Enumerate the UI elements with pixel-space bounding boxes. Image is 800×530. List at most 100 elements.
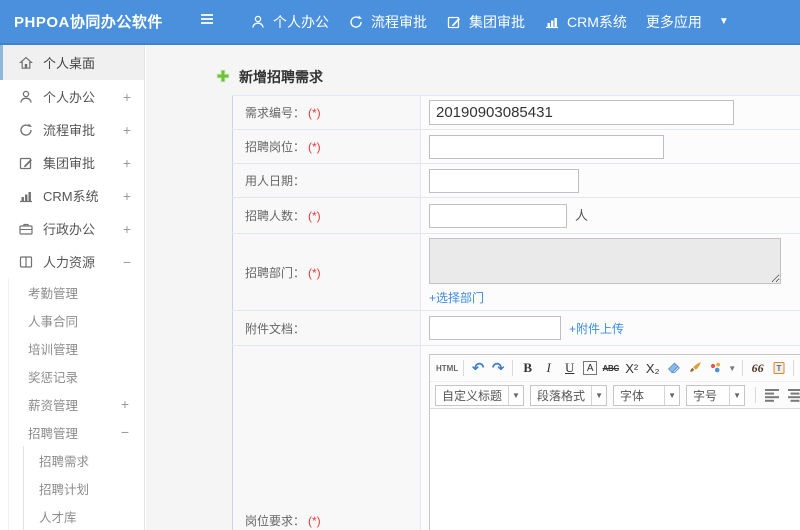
- sidebar-item-salary[interactable]: 薪资管理 +: [9, 390, 144, 418]
- align-center-icon[interactable]: [785, 385, 800, 405]
- page-title: 新增招聘需求: [146, 45, 800, 95]
- sidebar-item-recruit-mgmt[interactable]: 招聘管理 −: [9, 418, 144, 446]
- recruit-post-input[interactable]: [429, 134, 664, 159]
- font-style-button[interactable]: A: [583, 361, 598, 375]
- field-label-cell: 招聘岗位： (*): [232, 129, 421, 164]
- edit-icon: [446, 14, 462, 30]
- toolbar-separator: [463, 360, 465, 376]
- required-mark: (*): [308, 265, 321, 280]
- dropdown-label: 段落格式: [537, 388, 586, 403]
- caret-down-icon[interactable]: ▼: [728, 364, 736, 373]
- sidebar-item-workflow-approval[interactable]: 流程审批 +: [0, 113, 144, 146]
- editor-toolbar-row2: 自定义标题 ▼ 段落格式 ▼ 字体 ▼ 字号 ▼: [430, 382, 800, 409]
- sidebar-item-training[interactable]: 培训管理: [9, 334, 144, 362]
- strikethrough-button[interactable]: ABC: [601, 358, 620, 378]
- expand-toggle-icon[interactable]: +: [121, 396, 129, 412]
- sidebar-item-attendance[interactable]: 考勤管理: [9, 278, 144, 306]
- emoticons-icon[interactable]: [706, 358, 725, 378]
- expand-toggle-icon[interactable]: +: [123, 188, 131, 204]
- undo-button[interactable]: ↶: [469, 358, 487, 378]
- field-label-cell: 招聘人数： (*): [232, 197, 421, 234]
- blockquote-button[interactable]: 66: [748, 358, 767, 378]
- form-row-hire-date: 用人日期：: [232, 163, 800, 198]
- nav-item-more-apps[interactable]: 更多应用 ▼: [646, 12, 729, 32]
- hire-date-input[interactable]: [429, 168, 579, 193]
- format-brush-icon[interactable]: [685, 358, 704, 378]
- recruit-dept-textarea[interactable]: [429, 238, 781, 284]
- caret-down-icon: ▼: [591, 385, 606, 405]
- sidebar-item-hr-contract[interactable]: 人事合同: [9, 306, 144, 334]
- briefcase-icon: [18, 221, 34, 237]
- nav-label: 更多应用: [645, 13, 702, 30]
- toolbar-separator: [512, 360, 514, 376]
- collapse-toggle-icon[interactable]: −: [121, 424, 129, 440]
- sidebar-item-admin-office[interactable]: 行政办公 +: [0, 212, 144, 245]
- superscript-button[interactable]: X²: [622, 358, 641, 378]
- sidebar-item-group-approval[interactable]: 集团审批 +: [0, 146, 144, 179]
- bold-button[interactable]: B: [518, 358, 537, 378]
- sidebar-item-recruit-plan[interactable]: 招聘计划: [24, 474, 144, 502]
- sidebar-item-label: 考勤管理: [28, 286, 79, 301]
- paste-icon[interactable]: T: [769, 358, 788, 378]
- select-dept-link[interactable]: +选择部门: [429, 291, 484, 305]
- paragraph-format-dropdown[interactable]: 段落格式 ▼: [530, 384, 608, 406]
- sidebar-item-label: 人才库: [39, 510, 77, 525]
- nav-item-personal-office[interactable]: 个人办公: [250, 12, 329, 32]
- form-row-recruit-dept: 招聘部门： (*) +选择部门: [232, 233, 800, 311]
- nav-item-group-approval[interactable]: 集团审批: [446, 12, 525, 32]
- process-icon: [348, 14, 364, 30]
- redo-button[interactable]: ↷: [489, 358, 507, 378]
- field-value-cell: 人: [420, 197, 800, 234]
- sidebar-item-hr[interactable]: 人力资源 −: [0, 245, 144, 278]
- sidebar-item-label: 培训管理: [28, 342, 79, 357]
- field-value-cell: +选择部门: [420, 233, 800, 311]
- toolbar-separator: [742, 360, 744, 376]
- sidebar-item-personal-office[interactable]: 个人办公 +: [0, 80, 144, 113]
- sidebar-toggle-button[interactable]: [198, 11, 216, 32]
- sidebar-item-crm[interactable]: CRM系统 +: [0, 179, 144, 212]
- recruit-count-input[interactable]: [429, 203, 567, 228]
- font-size-dropdown[interactable]: 字号 ▼: [686, 384, 746, 406]
- attachment-input[interactable]: [429, 316, 561, 340]
- align-left-icon[interactable]: [762, 385, 781, 405]
- expand-toggle-icon[interactable]: +: [123, 155, 131, 171]
- expand-toggle-icon[interactable]: +: [123, 89, 131, 105]
- post-requirements-editor-area[interactable]: [430, 409, 800, 530]
- custom-heading-dropdown[interactable]: 自定义标题 ▼: [435, 384, 525, 406]
- count-unit-label: 人: [575, 208, 589, 223]
- rich-text-editor: HTML ↶ ↷ B I U A ABC X² X₂ ▼ 66 T 自定义标题 …: [429, 354, 800, 530]
- field-label-cell: 用人日期：: [232, 163, 421, 198]
- demand-number-input[interactable]: [429, 100, 734, 125]
- field-value-cell: [420, 95, 800, 130]
- underline-button[interactable]: U: [560, 358, 579, 378]
- sidebar-item-rewards[interactable]: 奖惩记录: [9, 362, 144, 390]
- recruit-demand-form: 需求编号：(*) 招聘岗位：(*) 用人日期：: [232, 95, 800, 530]
- process-icon: [18, 122, 34, 138]
- bar-chart-icon: [544, 14, 560, 30]
- nav-item-workflow-approval[interactable]: 流程审批: [348, 12, 427, 32]
- sidebar-item-personal-desktop[interactable]: 个人桌面: [0, 45, 144, 80]
- subscript-button[interactable]: X₂: [643, 358, 662, 378]
- caret-down-icon: ▼: [729, 385, 744, 405]
- sidebar-item-label: 个人办公: [43, 90, 96, 105]
- font-family-dropdown[interactable]: 字体 ▼: [613, 384, 681, 406]
- collapse-toggle-icon[interactable]: −: [123, 254, 131, 270]
- sidebar-item-recruit-demand[interactable]: 招聘需求: [24, 446, 144, 474]
- toolbar-separator: [755, 387, 757, 403]
- page-title-text: 新增招聘需求: [239, 69, 323, 85]
- expand-toggle-icon[interactable]: +: [123, 122, 131, 138]
- expand-toggle-icon[interactable]: +: [123, 221, 131, 237]
- required-mark: (*): [308, 140, 321, 154]
- italic-button[interactable]: I: [539, 358, 558, 378]
- attachment-upload-link[interactable]: +附件上传: [569, 322, 624, 336]
- field-label: 岗位要求：: [245, 514, 306, 528]
- top-bar: PHPOA协同办公软件 个人办公 流程审批 集团审批 CRM系统 更多应用 ▼: [0, 0, 800, 45]
- eraser-icon[interactable]: [664, 358, 683, 378]
- field-label: 招聘岗位：: [245, 140, 306, 154]
- user-icon: [18, 89, 34, 105]
- sidebar-item-talent-pool[interactable]: 人才库: [24, 502, 144, 530]
- nav-item-crm[interactable]: CRM系统: [544, 12, 627, 32]
- source-code-button[interactable]: HTML: [436, 358, 458, 378]
- toolbar-separator: [793, 360, 795, 376]
- dropdown-label: 自定义标题: [442, 388, 503, 403]
